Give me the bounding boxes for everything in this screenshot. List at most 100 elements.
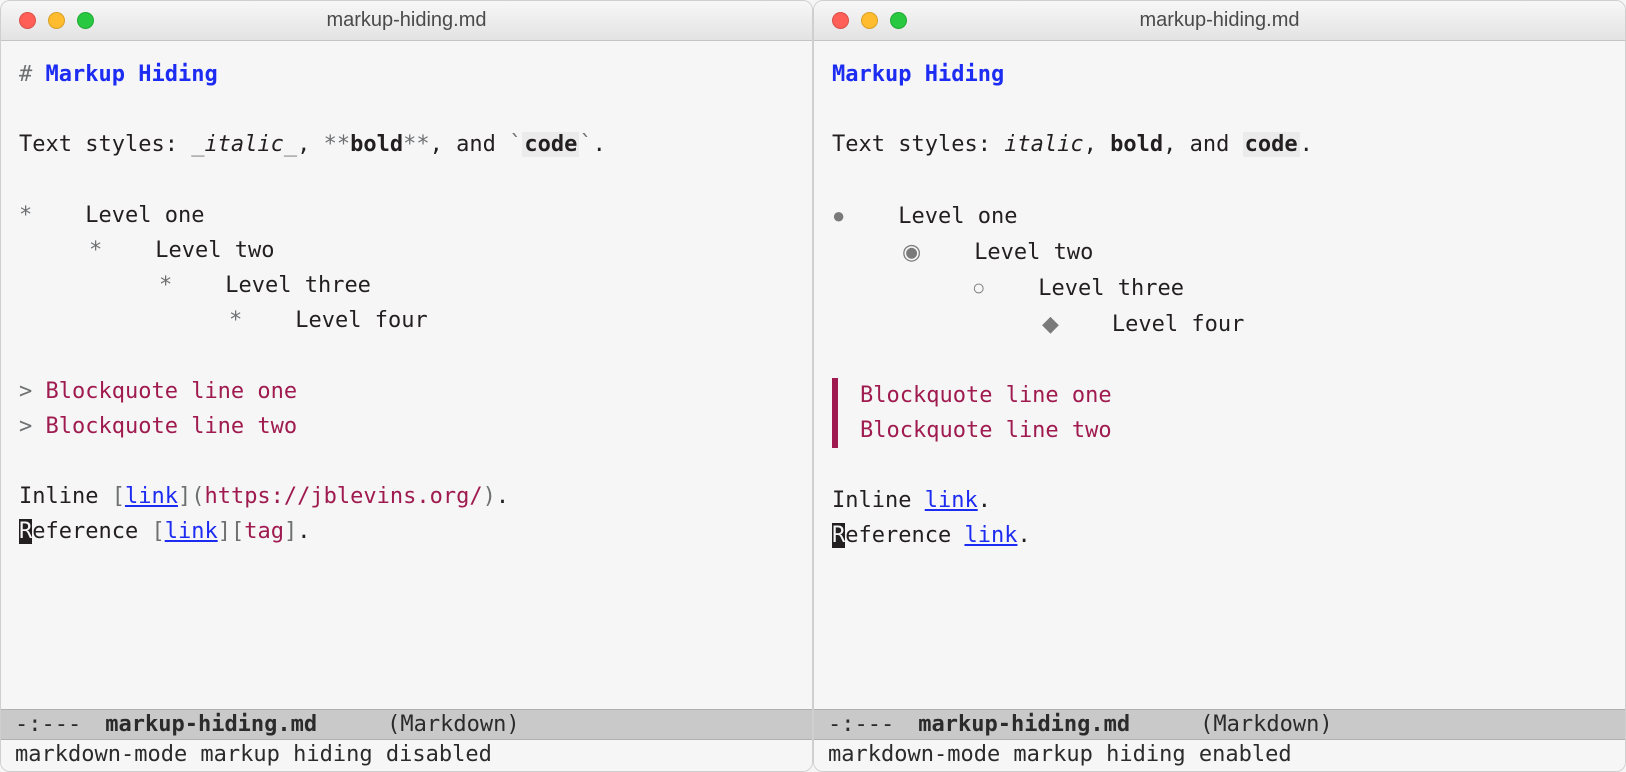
reference-text: eference xyxy=(845,523,964,548)
inline-link-line: Inline [link](https://jblevins.org/). xyxy=(19,479,794,514)
modeline-mode: (Markdown) xyxy=(1200,712,1332,737)
blank-line xyxy=(832,448,1607,483)
period: . xyxy=(496,484,509,509)
rbracket-marker: ] xyxy=(218,519,231,544)
blockquote-text: Blockquote line two xyxy=(860,413,1112,448)
cursor: R xyxy=(832,523,845,548)
modeline-flags: -:--- xyxy=(15,712,81,737)
blockquote: Blockquote line one Blockquote line two xyxy=(832,378,1607,448)
blank-line xyxy=(832,343,1607,378)
heading-line: # Markup Hiding xyxy=(19,57,794,92)
lbracket-marker: [ xyxy=(231,519,244,544)
blockquote-text: Blockquote line one xyxy=(860,378,1112,413)
window-title: markup-hiding.md xyxy=(814,9,1625,32)
close-icon[interactable] xyxy=(832,12,849,29)
list-item-1: ● Level one xyxy=(832,198,1607,234)
list-item-2: ◉ Level two xyxy=(832,234,1607,270)
link-text[interactable]: link xyxy=(125,484,178,509)
link-text[interactable]: link xyxy=(964,523,1017,548)
bold-word: bold xyxy=(1110,132,1163,157)
titlebar-left[interactable]: markup-hiding.md xyxy=(1,1,812,41)
and-text: , and xyxy=(1163,132,1242,157)
italic-word: italic xyxy=(1004,132,1083,157)
text-styles-prefix: Text styles: xyxy=(19,132,191,157)
cursor: R xyxy=(19,519,32,544)
period: . xyxy=(978,488,991,513)
blockquote-text: Blockquote line two xyxy=(46,414,298,439)
editor-window-left: markup-hiding.md # Markup Hiding Text st… xyxy=(0,0,813,772)
star-marker: * xyxy=(19,203,32,228)
lbracket-marker: [ xyxy=(151,519,164,544)
comma: , xyxy=(1084,132,1111,157)
doublestar-marker: ** xyxy=(403,132,430,157)
modeline-mode: (Markdown) xyxy=(387,712,519,737)
comma: , xyxy=(297,132,324,157)
zoom-icon[interactable] xyxy=(890,12,907,29)
minimize-icon[interactable] xyxy=(48,12,65,29)
bullet-icon: ● xyxy=(832,203,845,228)
reference-text: eference xyxy=(32,519,151,544)
hash-marker: # xyxy=(19,62,46,87)
link-text[interactable]: link xyxy=(925,488,978,513)
window-title: markup-hiding.md xyxy=(1,9,812,32)
underscore-marker: _ xyxy=(191,132,204,157)
heading-text: Markup Hiding xyxy=(832,62,1004,87)
blank-line xyxy=(19,444,794,479)
list-text: Level three xyxy=(1038,276,1184,301)
blockquote-line-2: > Blockquote line two xyxy=(19,409,794,444)
echo-area-right: markdown-mode markup hiding enabled xyxy=(814,740,1625,771)
list-text: Level three xyxy=(225,273,371,298)
list-text: Level four xyxy=(295,308,427,333)
italic-word: italic xyxy=(204,132,283,157)
bullet-icon: ◉ xyxy=(902,239,921,264)
period: . xyxy=(593,132,606,157)
modeline-left[interactable]: -:--- markup-hiding.md (Markdown) xyxy=(1,709,812,740)
close-icon[interactable] xyxy=(19,12,36,29)
period: . xyxy=(297,519,310,544)
editor-buffer-left[interactable]: # Markup Hiding Text styles: _italic_, *… xyxy=(1,41,812,709)
echo-area-left: markdown-mode markup hiding disabled xyxy=(1,740,812,771)
star-marker: * xyxy=(89,238,102,263)
blank-line xyxy=(832,163,1607,198)
zoom-icon[interactable] xyxy=(77,12,94,29)
link-text[interactable]: link xyxy=(165,519,218,544)
list-item-4: * Level four xyxy=(19,303,794,338)
rbracket-marker: ] xyxy=(284,519,297,544)
modeline-filename: markup-hiding.md xyxy=(105,712,317,737)
backtick-marker: ` xyxy=(579,132,592,157)
titlebar-right[interactable]: markup-hiding.md xyxy=(814,1,1625,41)
list-text: Level two xyxy=(974,240,1093,265)
period: . xyxy=(1017,523,1030,548)
inline-text: Inline xyxy=(832,488,925,513)
inline-link-line: Inline link. xyxy=(832,483,1607,518)
list-item-1: * Level one xyxy=(19,198,794,233)
traffic-lights xyxy=(1,12,94,29)
modeline-flags: -:--- xyxy=(828,712,894,737)
backtick-marker: ` xyxy=(509,132,522,157)
rbracket-marker: ] xyxy=(178,484,191,509)
reference-link-line: Reference [link][tag]. xyxy=(19,514,794,549)
traffic-lights xyxy=(814,12,907,29)
editor-buffer-right[interactable]: Markup Hiding Text styles: italic, bold,… xyxy=(814,41,1625,709)
blank-line xyxy=(19,92,794,127)
doublestar-marker: ** xyxy=(324,132,351,157)
text-styles-line: Text styles: _italic_, **bold**, and `co… xyxy=(19,127,794,162)
heading-line: Markup Hiding xyxy=(832,57,1607,92)
blockquote-line-1: > Blockquote line one xyxy=(19,374,794,409)
code-word: code xyxy=(522,132,579,157)
minimize-icon[interactable] xyxy=(861,12,878,29)
lbracket-marker: [ xyxy=(112,484,125,509)
list-text: Level two xyxy=(155,238,274,263)
modeline-right[interactable]: -:--- markup-hiding.md (Markdown) xyxy=(814,709,1625,740)
blockquote-text: Blockquote line one xyxy=(46,379,298,404)
inline-text: Inline xyxy=(19,484,112,509)
and-text: , and xyxy=(430,132,509,157)
reference-link-line: Reference link. xyxy=(832,518,1607,553)
list-item-4: ◆ Level four xyxy=(832,306,1607,342)
star-marker: * xyxy=(159,273,172,298)
list-text: Level one xyxy=(85,203,204,228)
link-url: https://jblevins.org/ xyxy=(204,484,482,509)
blank-line xyxy=(832,92,1607,127)
period: . xyxy=(1300,132,1313,157)
gt-marker: > xyxy=(19,379,46,404)
